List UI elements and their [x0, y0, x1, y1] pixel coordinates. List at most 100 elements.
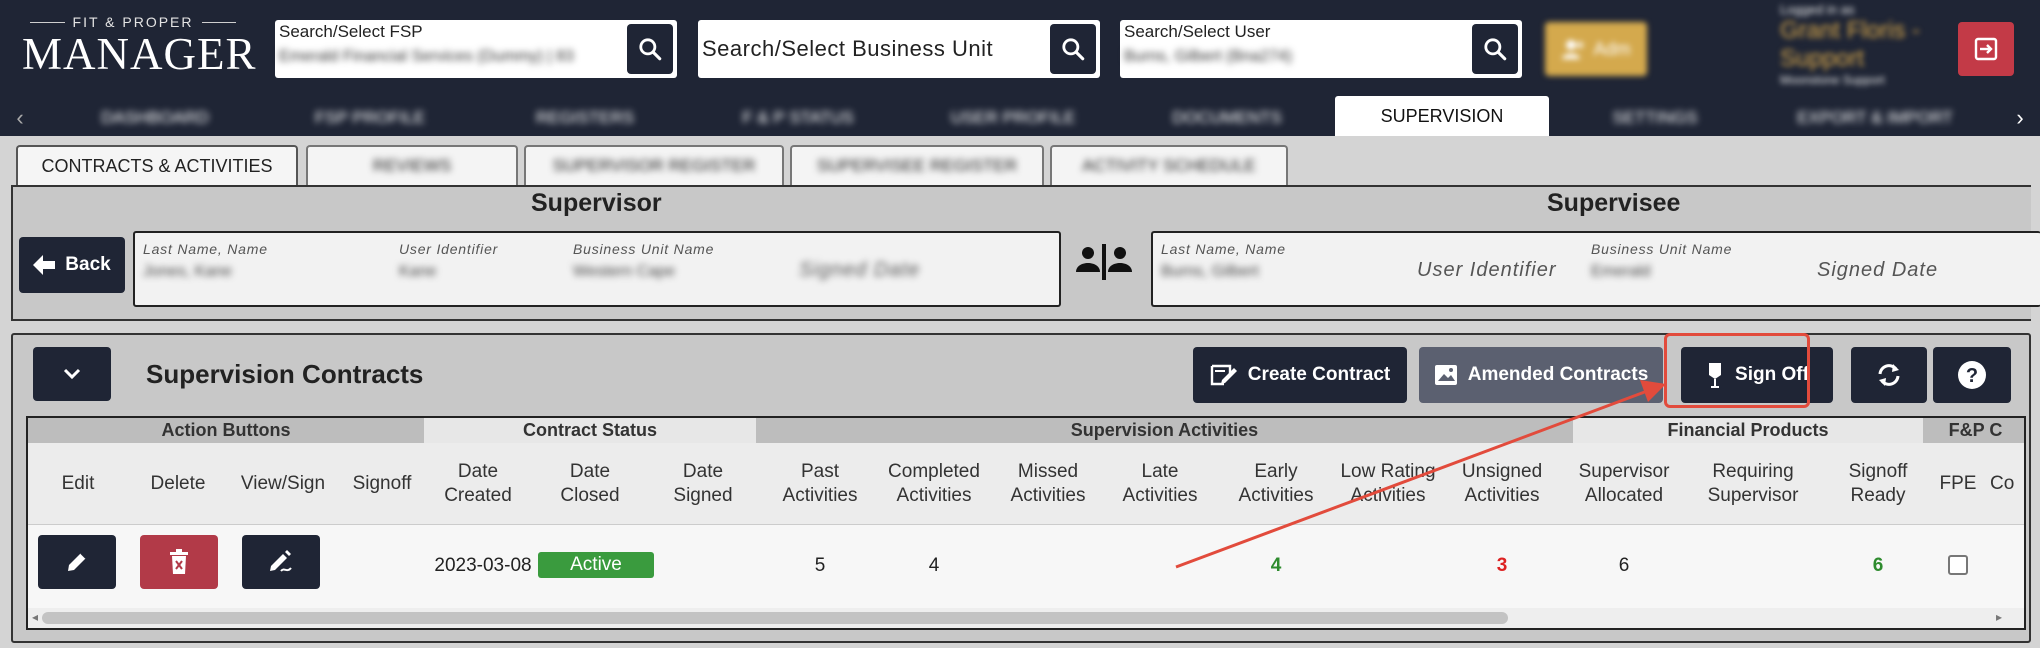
row-unsigned-activities: 3: [1496, 555, 1508, 576]
chevron-right-icon: ›: [2016, 105, 2024, 130]
business-unit-search-placeholder[interactable]: Search/Select Business Unit: [702, 36, 993, 62]
amended-contracts-button[interactable]: Amended Contracts: [1419, 347, 1663, 403]
row-early-activities: 4: [1270, 555, 1282, 576]
svg-text:?: ?: [1966, 365, 1978, 387]
row-signoff-ready: 6: [1872, 555, 1884, 576]
tab-supervisor-register[interactable]: SUPERVISOR REGISTER: [524, 145, 784, 185]
arrow-left-icon: [33, 255, 56, 275]
main-nav: ‹ DASHBOARD FSP PROFILE REGISTERS F & P …: [0, 96, 2040, 136]
tab-contracts-activities[interactable]: CONTRACTS & ACTIVITIES: [16, 145, 298, 185]
group-contract-status: Contract Status: [424, 418, 756, 443]
supervisor-supervisee-link-icon: [1062, 240, 1146, 286]
nav-scroll-right[interactable]: ›: [2000, 100, 2040, 136]
app-logo[interactable]: FIT & PROPER MANAGER: [22, 14, 256, 77]
tab-reviews[interactable]: REVIEWS: [306, 145, 518, 185]
nav-item-export-import[interactable]: EXPORT & IMPORT: [1765, 100, 1985, 136]
back-button[interactable]: Back: [19, 237, 125, 293]
refresh-icon: [1878, 364, 1900, 386]
tab-supervisee-register[interactable]: SUPERVISEE REGISTER: [790, 145, 1044, 185]
contract-sign-icon: [1210, 364, 1237, 386]
col-view-sign: View/Sign: [240, 473, 326, 494]
col-date-signed: Date Signed: [673, 461, 733, 506]
business-unit-search-button[interactable]: [1050, 24, 1096, 74]
user-search[interactable]: Search/Select User Burns, Gilbert (Bna27…: [1120, 20, 1522, 78]
supervisee-title: Supervisee: [1547, 189, 1681, 217]
fsp-search[interactable]: Search/Select FSP Emerald Financial Serv…: [275, 20, 677, 78]
nav-item-registers[interactable]: REGISTERS: [480, 100, 690, 136]
supervisee-identifier: User Identifier: [1417, 259, 1557, 281]
logout-button[interactable]: [1958, 22, 2014, 76]
help-icon: ?: [1958, 361, 1986, 389]
supervisor-identifier-label: User Identifier: [399, 241, 499, 257]
supervisor-bu-label: Business Unit Name: [573, 241, 715, 257]
supervisor-name-value: Jones, Kane: [143, 263, 232, 280]
edit-contract-button[interactable]: [38, 535, 116, 589]
image-icon: [1434, 365, 1457, 385]
tab-activity-schedule[interactable]: ACTIVITY SCHEDULE: [1050, 145, 1288, 185]
supervisee-bu-field: Business Unit Name Emerald: [1591, 241, 1732, 281]
admin-button[interactable]: Adm: [1545, 22, 1647, 76]
business-unit-search[interactable]: Search/Select Business Unit: [698, 20, 1100, 78]
view-sign-contract-button[interactable]: [242, 535, 320, 589]
chevron-down-icon: [63, 368, 81, 380]
sign-document-icon: [270, 550, 292, 572]
admin-button-label: Adm: [1593, 38, 1631, 59]
row-date-created: 2023-03-08: [434, 555, 532, 576]
row-past-activities: 5: [814, 555, 826, 576]
sign-off-highlight: [1664, 333, 1810, 408]
fsp-search-value[interactable]: Emerald Financial Services (Dummy) | 83: [279, 48, 625, 66]
table-horizontal-scrollbar[interactable]: ◂ ▸: [28, 608, 2024, 628]
nav-item-fp-status[interactable]: F & P STATUS: [693, 100, 903, 136]
supervisor-name-field: Last Name, Name Jones, Kane: [143, 241, 268, 281]
app-header: FIT & PROPER MANAGER Search/Select FSP E…: [0, 0, 2040, 100]
scrollbar-thumb[interactable]: [42, 612, 1508, 624]
supervisor-bu-field: Business Unit Name Western Cape: [573, 241, 714, 281]
col-date-closed: Date Closed: [560, 461, 620, 506]
logged-in-label: Logged in as: [1780, 2, 1855, 17]
help-button[interactable]: ?: [1933, 347, 2011, 403]
col-co: Co: [1990, 473, 2015, 494]
nav-item-documents[interactable]: DOCUMENTS: [1122, 100, 1332, 136]
row-completed-activities: 4: [928, 555, 940, 576]
search-icon: [639, 38, 662, 61]
supervisor-title: Supervisor: [531, 189, 662, 217]
nav-item-dashboard[interactable]: DASHBOARD: [50, 100, 260, 136]
collapse-button[interactable]: [33, 347, 111, 401]
user-search-label: Search/Select User: [1124, 22, 1271, 41]
col-requiring-supervisor: Requiring Supervisor: [1707, 461, 1799, 506]
group-financial-products: Financial Products: [1573, 418, 1923, 443]
fsp-search-button[interactable]: [627, 24, 673, 74]
user-search-button[interactable]: [1472, 24, 1518, 74]
nav-scroll-left[interactable]: ‹: [0, 100, 40, 136]
trash-icon: [170, 549, 188, 574]
col-signoff: Signoff: [352, 473, 412, 494]
nav-item-supervision[interactable]: SUPERVISION: [1335, 96, 1549, 136]
supervisee-bu-value: Emerald: [1591, 263, 1651, 280]
supervisee-signed-date: Signed Date: [1817, 259, 1939, 281]
col-date-created: Date Created: [444, 461, 512, 506]
nav-item-settings[interactable]: SETTINGS: [1550, 100, 1760, 136]
supervisor-identifier-field: User Identifier Kane: [399, 241, 498, 281]
create-contract-button[interactable]: Create Contract: [1193, 347, 1407, 403]
nav-item-fsp-profile[interactable]: FSP PROFILE: [265, 100, 475, 136]
supervisor-bu-value: Western Cape: [573, 263, 675, 280]
fpe-checkbox[interactable]: [1948, 555, 1968, 575]
user-add-icon: [1562, 40, 1585, 59]
col-completed-activities: Completed Activities: [888, 461, 980, 506]
nav-item-user-profile[interactable]: USER PROFILE: [908, 100, 1118, 136]
user-search-value[interactable]: Burns, Gilbert (Bna274): [1124, 48, 1424, 66]
col-signoff-ready: Signoff Ready: [1848, 461, 1908, 506]
tab-supervisor-register-label: SUPERVISOR REGISTER: [552, 156, 756, 175]
col-low-rating-activities: Low Rating Activities: [1340, 461, 1436, 506]
scroll-left-icon[interactable]: ◂: [32, 610, 38, 624]
supervisee-name-label: Last Name, Name: [1161, 241, 1286, 257]
delete-contract-button[interactable]: [140, 535, 218, 589]
group-action-buttons: Action Buttons: [28, 418, 424, 443]
group-fp-compliance: F&P C: [1923, 418, 2024, 443]
logout-icon: [1974, 37, 1998, 61]
supervision-parties-panel: Supervisor Supervisee Back Last Name, Na…: [11, 185, 2040, 321]
supervisee-name-value: Burns, Gilbert: [1161, 263, 1259, 280]
refresh-button[interactable]: [1851, 347, 1927, 403]
chevron-left-icon: ‹: [16, 105, 24, 130]
scroll-right-icon[interactable]: ▸: [1996, 610, 2002, 624]
